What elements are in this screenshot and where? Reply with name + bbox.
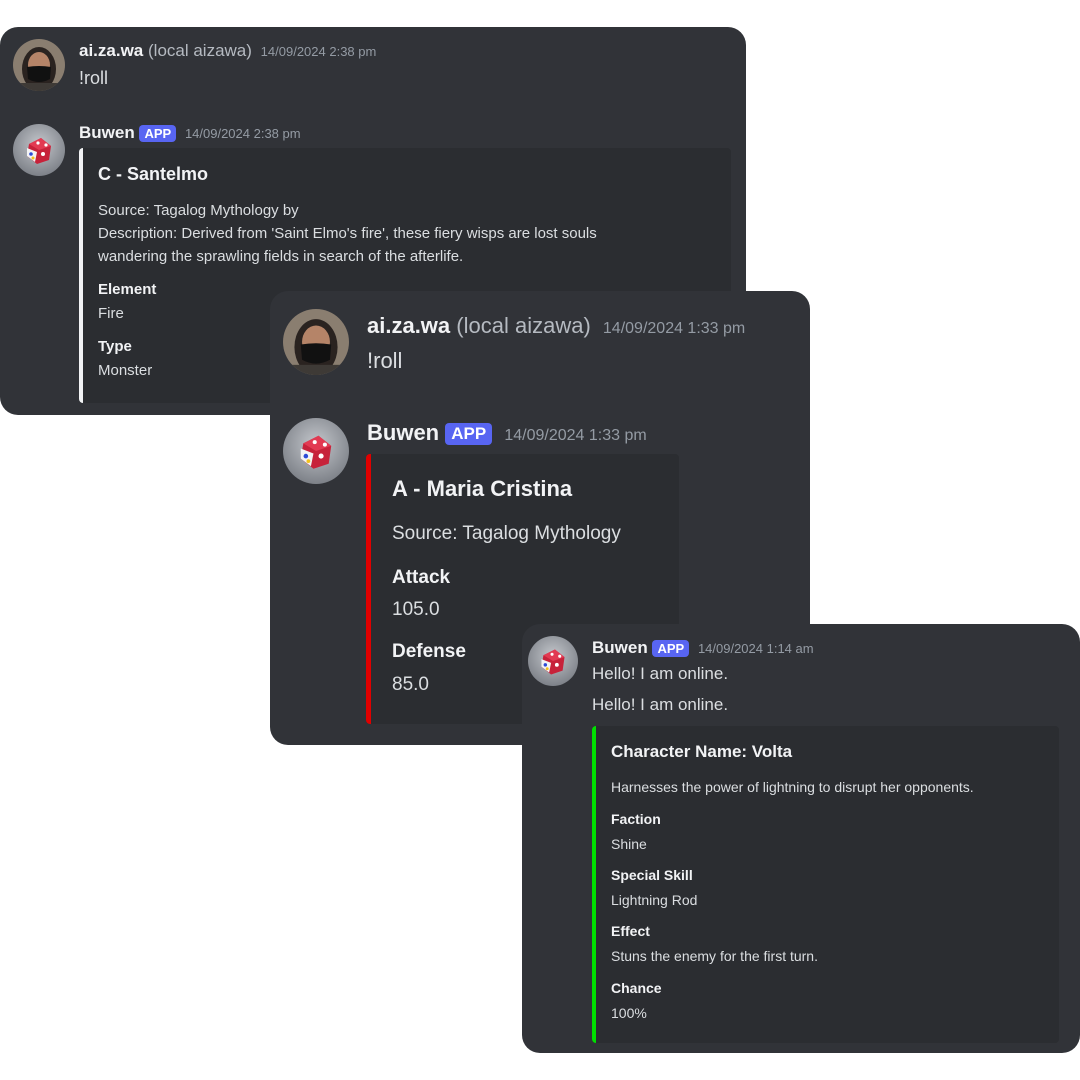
timestamp: 14/09/2024 1:14 am bbox=[697, 641, 814, 656]
field-name: Defense bbox=[392, 641, 466, 662]
message-text: !roll bbox=[367, 348, 403, 373]
embed-accent-bar bbox=[366, 454, 371, 724]
field-name: Effect bbox=[611, 923, 650, 939]
bot-header: Buwen APP 14/09/2024 1:33 pm bbox=[367, 420, 647, 446]
masked-person-avatar-icon bbox=[13, 39, 65, 91]
field-value: 100% bbox=[611, 1005, 647, 1021]
field-name: Faction bbox=[611, 811, 661, 827]
bot-avatar[interactable] bbox=[13, 124, 65, 176]
user-avatar[interactable] bbox=[13, 39, 65, 91]
field-value: Monster bbox=[98, 362, 153, 379]
local-name: (local aizawa) bbox=[456, 313, 591, 338]
username[interactable]: ai.za.wa bbox=[367, 313, 450, 338]
field-name: Special Skill bbox=[611, 867, 693, 883]
field-name: Attack bbox=[392, 567, 451, 588]
app-badge: APP bbox=[139, 125, 177, 143]
embed-title: C - Santelmo bbox=[98, 164, 209, 184]
user-avatar[interactable] bbox=[283, 309, 349, 375]
field-name: Element bbox=[98, 281, 157, 298]
timestamp: 14/09/2024 1:33 pm bbox=[602, 320, 746, 337]
field-value: Shine bbox=[611, 836, 647, 852]
field-value: Fire bbox=[98, 305, 124, 322]
message-text: !roll bbox=[79, 68, 109, 88]
embed-accent-bar bbox=[79, 148, 83, 403]
field-name: Chance bbox=[611, 980, 662, 996]
embed-description: Description: Derived from 'Saint Elmo's … bbox=[98, 225, 597, 242]
field-value: 105.0 bbox=[392, 599, 440, 620]
masked-person-avatar-icon bbox=[283, 309, 349, 375]
message-text: Hello! I am online. bbox=[592, 695, 729, 714]
dice-avatar-icon bbox=[528, 636, 578, 686]
dice-avatar-icon bbox=[283, 418, 349, 484]
embed-description: Harnesses the power of lightning to disr… bbox=[611, 779, 974, 795]
user-header: ai.za.wa (local aizawa) 14/09/2024 1:33 … bbox=[367, 313, 745, 339]
user-header: ai.za.wa (local aizawa) 14/09/2024 2:38 … bbox=[79, 41, 376, 61]
field-value: Lightning Rod bbox=[611, 892, 698, 908]
embed-source: Source: Tagalog Mythology bbox=[392, 523, 621, 544]
bot-username[interactable]: Buwen bbox=[79, 123, 135, 142]
embed-source: Source: Tagalog Mythology by bbox=[98, 202, 299, 219]
timestamp: 14/09/2024 2:38 pm bbox=[260, 44, 377, 59]
embed-description: wandering the sprawling fields in search… bbox=[98, 248, 464, 265]
field-value: 85.0 bbox=[392, 674, 429, 695]
timestamp: 14/09/2024 1:33 pm bbox=[504, 427, 647, 444]
embed-title: Character Name: Volta bbox=[611, 742, 793, 761]
embed-accent-bar bbox=[592, 726, 596, 1043]
chat-screenshot-3: Buwen APP 14/09/2024 1:14 am Hello! I am… bbox=[522, 624, 1080, 1053]
field-value: Stuns the enemy for the first turn. bbox=[611, 948, 818, 964]
bot-avatar[interactable] bbox=[528, 636, 578, 686]
app-badge: APP bbox=[652, 640, 690, 658]
bot-header: Buwen APP 14/09/2024 1:14 am bbox=[592, 638, 814, 658]
bot-avatar[interactable] bbox=[283, 418, 349, 484]
message-text: Hello! I am online. bbox=[592, 664, 729, 683]
username[interactable]: ai.za.wa bbox=[79, 41, 143, 60]
embed-title: A - Maria Cristina bbox=[392, 476, 573, 501]
dice-avatar-icon bbox=[13, 124, 65, 176]
character-embed: Character Name: Volta Harnesses the powe… bbox=[592, 726, 1059, 1043]
bot-username[interactable]: Buwen bbox=[367, 420, 439, 445]
bot-username[interactable]: Buwen bbox=[592, 638, 648, 657]
app-badge: APP bbox=[445, 423, 493, 446]
bot-header: Buwen APP 14/09/2024 2:38 pm bbox=[79, 123, 301, 143]
field-name: Type bbox=[98, 338, 132, 355]
timestamp: 14/09/2024 2:38 pm bbox=[184, 126, 301, 141]
local-name: (local aizawa) bbox=[148, 41, 252, 60]
